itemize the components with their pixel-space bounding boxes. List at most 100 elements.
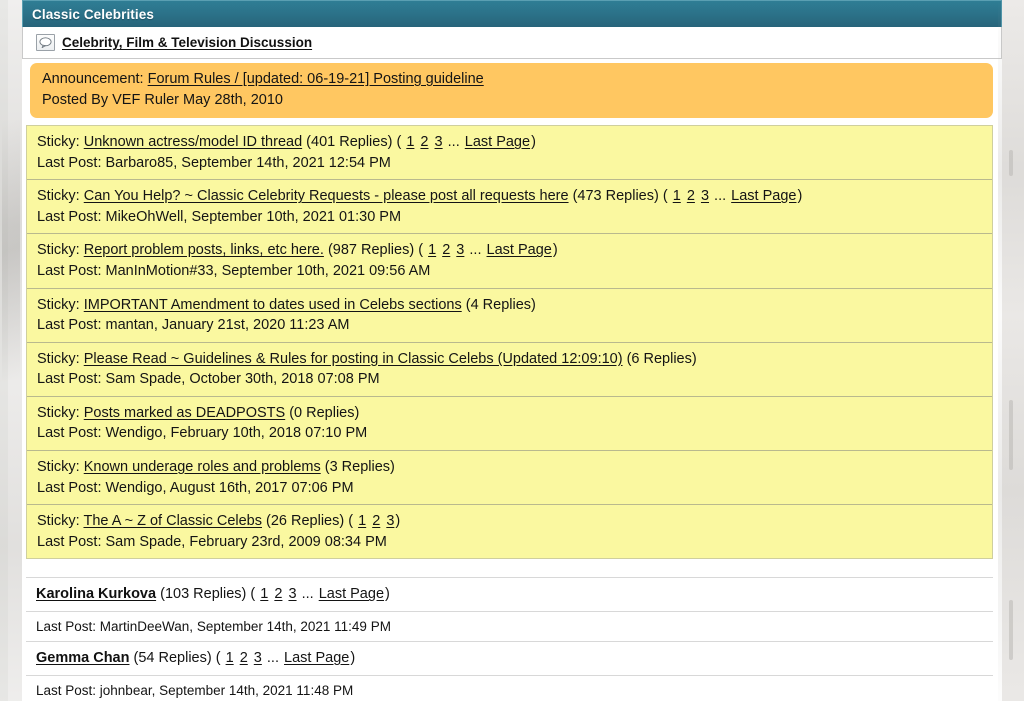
last-post-line: Last Post: Sam Spade, February 23rd, 200… [37, 533, 387, 550]
speech-bubble-icon [36, 34, 55, 51]
thread-title-link[interactable]: Report problem posts, links, etc here. [84, 242, 324, 258]
page-link[interactable]: 2 [442, 242, 450, 258]
last-post-line: Last Post: Wendigo, August 16th, 2017 07… [37, 479, 354, 496]
thread-title-link[interactable]: Can You Help? ~ Classic Celebrity Reques… [84, 188, 569, 204]
scroll-rail-tick [1009, 400, 1013, 470]
scroll-rail-tick [1009, 150, 1013, 176]
reply-count: (3 Replies) [324, 458, 395, 475]
page-ellipsis: ... [714, 188, 727, 205]
reply-count: (987 Replies) [327, 242, 415, 259]
sticky-thread-row: Sticky: IMPORTANT Amendment to dates use… [27, 288, 992, 343]
page-link[interactable]: 3 [456, 242, 464, 258]
reply-count: (103 Replies) [160, 586, 247, 603]
page-ellipsis: ... [266, 650, 279, 667]
page-title: Classic Celebrities [32, 6, 154, 22]
table-row: Karolina Kurkova (103 Replies) ( 1 2 3 .… [26, 578, 993, 612]
page-link[interactable]: 3 [386, 513, 394, 529]
reply-count: (54 Replies) [133, 650, 212, 667]
last-post-line: Last Post: Barbaro85, September 14th, 20… [37, 154, 391, 171]
sticky-thread-row: Sticky: Known underage roles and problem… [27, 450, 992, 506]
subforum-row[interactable]: Celebrity, Film & Television Discussion [22, 27, 1002, 59]
last-post-line: Last Post: mantan, January 21st, 2020 11… [37, 317, 350, 334]
sticky-thread-title-line: Sticky: Please Read ~ Guidelines & Rules… [37, 349, 992, 370]
sticky-thread-title-line: Sticky: Can You Help? ~ Classic Celebrit… [37, 188, 803, 205]
page-link[interactable]: 2 [372, 513, 380, 529]
last-post-line: Last Post: MikeOhWell, September 10th, 2… [37, 208, 402, 225]
reply-count: (6 Replies) [626, 350, 697, 367]
sticky-prefix: Sticky: [37, 513, 80, 530]
page-root: Classic Celebrities Celebrity, Film & Te… [0, 0, 1024, 701]
sticky-thread-title-line: Sticky: Unknown actress/model ID thread … [37, 134, 536, 151]
sticky-prefix: Sticky: [37, 242, 80, 259]
thread-title-link[interactable]: The A ~ Z of Classic Celebs [83, 513, 262, 529]
thread-title-link[interactable]: IMPORTANT Amendment to dates used in Cel… [84, 297, 462, 313]
reply-count: (401 Replies) [306, 134, 393, 151]
sticky-thread-row: Sticky: The A ~ Z of Classic Celebs (26 … [27, 505, 992, 560]
page-ellipsis: ... [447, 134, 460, 151]
last-post-row: Last Post: johnbear, September 14th, 202… [26, 675, 993, 701]
sticky-thread-title-line: Sticky: Posts marked as DEADPOSTS (0 Rep… [37, 403, 992, 424]
sticky-thread-list: Sticky: Unknown actress/model ID thread … [26, 125, 993, 560]
page-link[interactable]: 2 [274, 586, 282, 602]
page-link[interactable]: 1 [673, 188, 681, 204]
last-page-link[interactable]: Last Page [465, 134, 530, 150]
sticky-prefix: Sticky: [37, 134, 80, 151]
page-link[interactable]: 2 [420, 134, 428, 150]
forum-content: Classic Celebrities Celebrity, Film & Te… [22, 0, 1002, 701]
sticky-prefix: Sticky: [37, 350, 80, 367]
sticky-thread-row: Sticky: Can You Help? ~ Classic Celebrit… [27, 180, 992, 235]
announcement-prefix: Announcement: [42, 71, 144, 87]
thread-title-link[interactable]: Karolina Kurkova [36, 586, 156, 602]
announcement-posted-by: Posted By VEF Ruler May 28th, 2010 [42, 92, 283, 109]
sticky-thread-row: Sticky: Report problem posts, links, etc… [27, 234, 992, 289]
last-page-link[interactable]: Last Page [731, 188, 796, 204]
page-link[interactable]: 2 [240, 650, 248, 666]
announcement-wrap: Announcement: Forum Rules / [updated: 06… [22, 59, 1002, 123]
thread-title-link[interactable]: Gemma Chan [36, 650, 129, 666]
last-post-line: Last Post: johnbear, September 14th, 202… [36, 682, 354, 698]
page-link[interactable]: 2 [687, 188, 695, 204]
thread-title-line: Gemma Chan (54 Replies) ( 1 2 3 ... Last… [36, 650, 356, 667]
last-post-line: Last Post: Wendigo, February 10th, 2018 … [37, 425, 368, 442]
page-link[interactable]: 1 [358, 513, 366, 529]
sticky-thread-row: Sticky: Please Read ~ Guidelines & Rules… [27, 342, 992, 397]
announcement-link[interactable]: Forum Rules / [updated: 06-19-21] Postin… [148, 71, 484, 87]
sticky-prefix: Sticky: [37, 458, 80, 475]
thread-title-link[interactable]: Please Read ~ Guidelines & Rules for pos… [84, 351, 623, 367]
thread-title-link[interactable]: Posts marked as DEADPOSTS [84, 405, 285, 421]
thread-list: Karolina Kurkova (103 Replies) ( 1 2 3 .… [26, 577, 993, 701]
page-ellipsis: ... [469, 242, 482, 259]
last-page-link[interactable]: Last Page [487, 242, 552, 258]
last-page-link[interactable]: Last Page [319, 586, 384, 602]
section-divider [22, 559, 1002, 578]
page-ellipsis: ... [301, 586, 314, 603]
last-post-line: Last Post: ManInMotion#33, September 10t… [37, 262, 431, 279]
sticky-prefix: Sticky: [37, 296, 80, 313]
last-page-link[interactable]: Last Page [284, 650, 349, 666]
sticky-thread-title-line: Sticky: Report problem posts, links, etc… [37, 242, 558, 259]
page-link[interactable]: 3 [701, 188, 709, 204]
scroll-rail-tick [1009, 600, 1013, 660]
page-link[interactable]: 3 [435, 134, 443, 150]
page-link[interactable]: 3 [254, 650, 262, 666]
page-link[interactable]: 1 [226, 650, 234, 666]
thread-title-link[interactable]: Known underage roles and problems [84, 459, 321, 475]
reply-count: (4 Replies) [465, 296, 536, 313]
announcement-title-line: Announcement: Forum Rules / [updated: 06… [42, 69, 981, 90]
page-link[interactable]: 1 [260, 586, 268, 602]
announcement-box: Announcement: Forum Rules / [updated: 06… [30, 63, 993, 119]
last-post-line: Last Post: MartinDeeWan, September 14th,… [36, 618, 391, 634]
thread-title-link[interactable]: Unknown actress/model ID thread [84, 134, 302, 150]
page-link[interactable]: 1 [406, 134, 414, 150]
last-post-line: Last Post: Sam Spade, October 30th, 2018… [37, 371, 380, 388]
page-link[interactable]: 1 [428, 242, 436, 258]
background-texture-left [2, 120, 20, 380]
subforum-link[interactable]: Celebrity, Film & Television Discussion [62, 35, 312, 50]
reply-count: (0 Replies) [289, 404, 360, 421]
sticky-thread-title-line: Sticky: Known underage roles and problem… [37, 457, 992, 478]
thread-title-line: Karolina Kurkova (103 Replies) ( 1 2 3 .… [36, 586, 390, 603]
sticky-prefix: Sticky: [37, 404, 80, 421]
sticky-thread-title-line: Sticky: The A ~ Z of Classic Celebs (26 … [37, 513, 401, 530]
sticky-thread-title-line: Sticky: IMPORTANT Amendment to dates use… [37, 295, 992, 316]
page-link[interactable]: 3 [288, 586, 296, 602]
